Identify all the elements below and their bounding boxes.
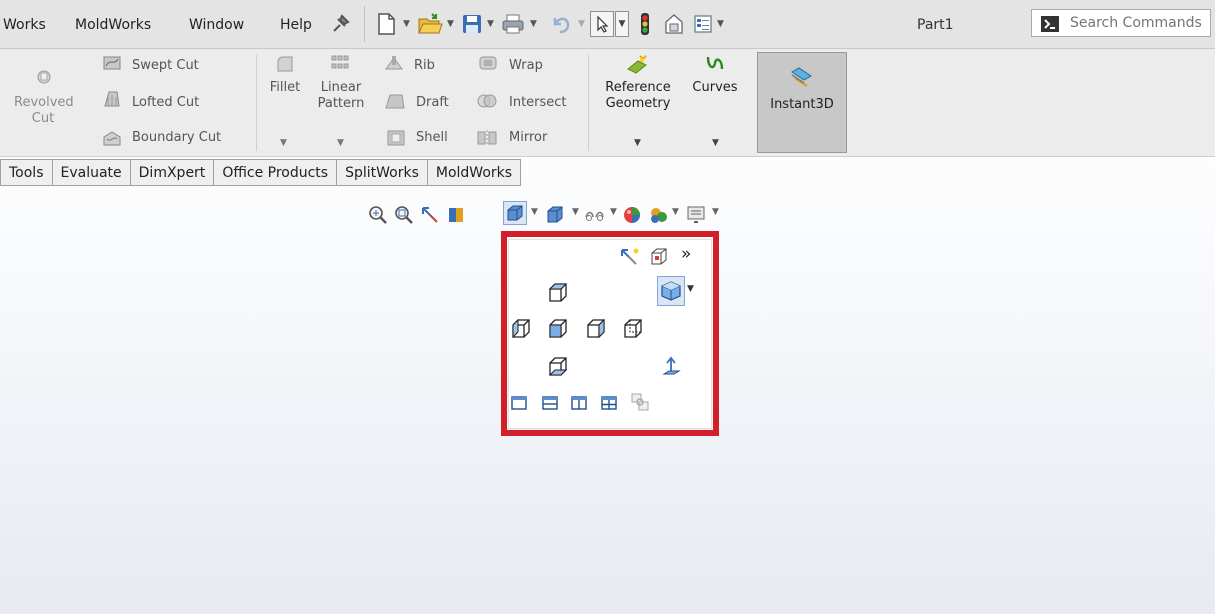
linear-pattern-icon[interactable]	[331, 54, 349, 76]
fillet-label[interactable]: Fillet	[262, 80, 308, 96]
chevron-down-icon[interactable]: ▼	[712, 207, 719, 217]
chevron-down-icon[interactable]: ▼	[615, 11, 629, 37]
revolved-cut-label[interactable]: Revolved Cut	[14, 95, 74, 127]
reference-geometry-dropdown-arrow[interactable]: ▼	[634, 138, 641, 148]
select-arrow-icon[interactable]	[590, 11, 614, 37]
section-view-icon[interactable]	[446, 205, 466, 229]
chevron-down-icon[interactable]: ▼	[672, 207, 679, 217]
revolved-cut-icon[interactable]	[35, 67, 53, 89]
reference-geometry-label[interactable]: Reference Geometry	[598, 80, 678, 112]
curves-dropdown-arrow[interactable]: ▼	[712, 138, 719, 148]
command-manager-ribbon: Revolved Cut Swept Cut Lofted Cut Bounda…	[0, 49, 1215, 157]
fillet-icon[interactable]	[275, 54, 295, 78]
lofted-cut-icon[interactable]	[102, 89, 122, 113]
rebuild-icon[interactable]	[639, 11, 651, 37]
search-input[interactable]	[1070, 13, 1208, 33]
undo-icon[interactable]	[548, 11, 572, 37]
print-icon[interactable]	[501, 11, 525, 37]
tab-tools[interactable]: Tools	[0, 159, 53, 186]
view-orientation-icon[interactable]	[503, 201, 527, 225]
new-document-icon[interactable]	[376, 11, 396, 37]
chevron-down-icon[interactable]: ▼	[530, 11, 537, 37]
instant3d-icon	[789, 66, 815, 92]
menu-divider	[364, 6, 365, 42]
instant3d-button[interactable]: Instant3D	[757, 52, 847, 153]
menu-help[interactable]: Help	[280, 17, 312, 33]
hide-show-items-icon[interactable]	[584, 205, 608, 229]
rib-label[interactable]: Rib	[414, 58, 435, 74]
ribbon-divider	[256, 55, 257, 151]
linear-pattern-label[interactable]: Linear Pattern	[314, 80, 368, 112]
intersect-label[interactable]: Intersect	[509, 95, 567, 111]
previous-view-icon[interactable]	[420, 205, 440, 229]
save-icon[interactable]	[461, 11, 483, 37]
chevron-down-icon[interactable]: ▼	[403, 11, 410, 37]
reference-geometry-icon[interactable]	[626, 54, 648, 78]
wrap-icon[interactable]	[478, 54, 498, 76]
chevron-down-icon[interactable]: ▼	[578, 11, 585, 37]
ribbon-divider	[588, 55, 589, 151]
pin-menu-icon[interactable]	[329, 11, 351, 37]
search-commands-box[interactable]	[1031, 9, 1211, 37]
pattern-dropdown-arrow[interactable]: ▼	[337, 138, 344, 148]
view-settings-icon[interactable]	[686, 205, 708, 229]
zoom-to-area-icon[interactable]	[394, 205, 414, 229]
highlight-box	[501, 231, 719, 436]
tab-evaluate[interactable]: Evaluate	[52, 159, 131, 186]
shell-icon[interactable]	[386, 129, 406, 151]
open-folder-icon[interactable]	[417, 11, 443, 37]
draft-icon[interactable]	[384, 91, 406, 115]
chevron-down-icon[interactable]: ▼	[447, 11, 454, 37]
mirror-icon[interactable]	[476, 129, 498, 151]
tab-moldworks[interactable]: MoldWorks	[427, 159, 522, 186]
zoom-to-fit-icon[interactable]	[368, 205, 388, 229]
curves-label[interactable]: Curves	[690, 80, 740, 96]
menu-works[interactable]: Works	[3, 17, 46, 33]
menu-moldworks[interactable]: MoldWorks	[75, 17, 151, 33]
lofted-cut-label[interactable]: Lofted Cut	[132, 95, 199, 111]
menu-bar: Works MoldWorks Window Help ▼ ▼ ▼ ▼ ▼ ▼	[0, 0, 1215, 49]
command-manager-tabs: Tools Evaluate DimXpert Office Products …	[0, 159, 522, 187]
curves-icon[interactable]	[705, 54, 725, 78]
boundary-cut-label[interactable]: Boundary Cut	[132, 130, 221, 146]
apply-scene-icon[interactable]	[648, 205, 670, 229]
chevron-down-icon[interactable]: ▼	[531, 207, 538, 217]
edit-appearance-icon[interactable]	[622, 205, 642, 229]
wrap-label[interactable]: Wrap	[509, 58, 543, 74]
file-properties-icon[interactable]	[662, 11, 686, 37]
instant3d-label: Instant3D	[770, 97, 834, 112]
options-icon[interactable]	[692, 11, 714, 37]
tab-dimxpert[interactable]: DimXpert	[130, 159, 215, 186]
mirror-label[interactable]: Mirror	[509, 130, 547, 146]
rib-icon[interactable]	[384, 54, 404, 76]
chevron-down-icon[interactable]: ▼	[572, 207, 579, 217]
chevron-down-icon[interactable]: ▼	[717, 11, 724, 37]
shell-label[interactable]: Shell	[416, 130, 448, 146]
chevron-down-icon[interactable]: ▼	[610, 207, 617, 217]
draft-label[interactable]: Draft	[416, 95, 449, 111]
menu-window[interactable]: Window	[189, 17, 244, 33]
command-search-icon	[1041, 16, 1059, 36]
swept-cut-icon[interactable]	[102, 54, 122, 76]
swept-cut-label[interactable]: Swept Cut	[132, 58, 199, 74]
tab-splitworks[interactable]: SplitWorks	[337, 159, 428, 186]
intersect-icon[interactable]	[476, 91, 498, 115]
document-title: Part1	[917, 17, 954, 33]
fillet-dropdown-arrow[interactable]: ▼	[280, 138, 287, 148]
tab-office-products[interactable]: Office Products	[214, 159, 338, 186]
chevron-down-icon[interactable]: ▼	[487, 11, 494, 37]
display-style-icon[interactable]	[545, 205, 565, 229]
boundary-cut-icon[interactable]	[102, 129, 122, 151]
heads-up-view-toolbar: ▼ ▼ ▼ ▼ ▼	[0, 199, 1215, 229]
